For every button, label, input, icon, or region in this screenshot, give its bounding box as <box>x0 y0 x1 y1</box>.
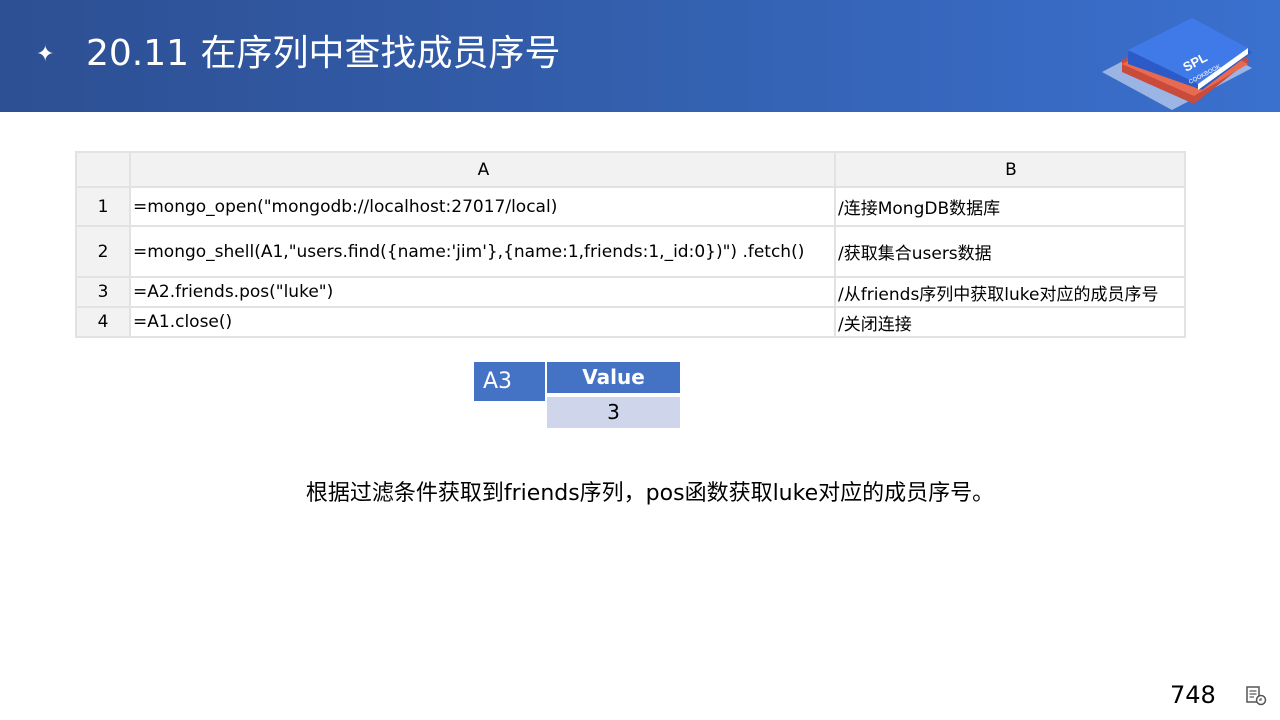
code-cell[interactable]: =A2.friends.pos("luke") <box>129 276 836 308</box>
row-number[interactable]: 2 <box>75 225 131 278</box>
sparkle-icon: ✦ <box>36 42 55 67</box>
comment-cell[interactable]: /从friends序列中获取luke对应的成员序号 <box>834 276 1186 308</box>
grid-header-row: A B <box>75 151 1186 188</box>
comment-cell[interactable]: /关闭连接 <box>834 306 1186 338</box>
column-header-b[interactable]: B <box>834 151 1186 188</box>
grid-corner-cell <box>75 151 131 188</box>
result-cell-label: A3 <box>474 362 545 401</box>
page-number: 748 <box>1170 681 1216 709</box>
code-cell[interactable]: =A1.close() <box>129 306 836 338</box>
grid-row: 1 =mongo_open("mongodb://localhost:27017… <box>75 186 1186 227</box>
row-number[interactable]: 1 <box>75 186 131 227</box>
grid-row: 4 =A1.close() /关闭连接 <box>75 306 1186 338</box>
result-value: 3 <box>547 397 680 428</box>
spl-cookbook-logo: SPL COOKBOOK <box>1102 18 1252 110</box>
column-header-a[interactable]: A <box>129 151 836 188</box>
spl-code-grid: A B 1 =mongo_open("mongodb://localhost:2… <box>75 151 1186 338</box>
code-cell[interactable]: =mongo_shell(A1,"users.find({name:'jim'}… <box>129 225 836 278</box>
code-cell[interactable]: =mongo_open("mongodb://localhost:27017/l… <box>129 186 836 227</box>
result-value-header: Value <box>547 362 680 393</box>
notes-icon[interactable] <box>1246 686 1268 706</box>
row-number[interactable]: 4 <box>75 306 131 338</box>
row-number[interactable]: 3 <box>75 276 131 308</box>
description-text: 根据过滤条件获取到friends序列，pos函数获取luke对应的成员序号。 <box>305 481 995 506</box>
comment-cell[interactable]: /获取集合users数据 <box>834 225 1186 278</box>
grid-row: 3 =A2.friends.pos("luke") /从friends序列中获取… <box>75 276 1186 308</box>
comment-cell[interactable]: /连接MongDB数据库 <box>834 186 1186 227</box>
grid-row: 2 =mongo_shell(A1,"users.find({name:'jim… <box>75 225 1186 278</box>
page-title: 20.11 在序列中查找成员序号 <box>86 33 561 74</box>
title-bar: ✦ 20.11 在序列中查找成员序号 <box>0 0 1280 112</box>
